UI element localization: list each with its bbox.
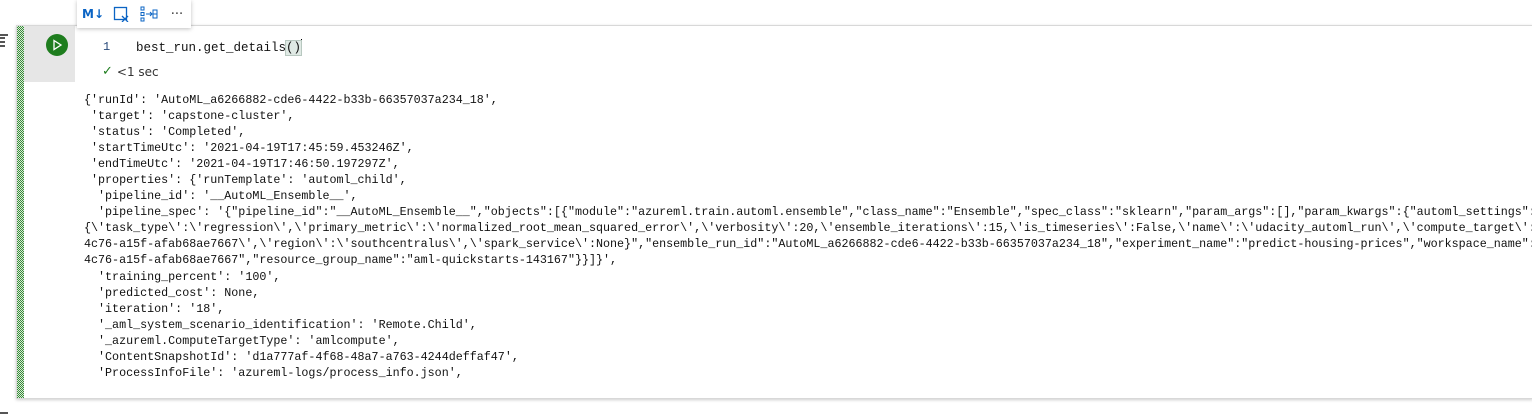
- markdown-icon: M↓: [82, 7, 104, 21]
- markdown-toggle-button[interactable]: M↓: [82, 4, 104, 24]
- output-line: 'properties': {'runTemplate': 'automl_ch…: [84, 173, 407, 188]
- collapse-marker: [0, 34, 8, 36]
- output-line: 'ContentSnapshotId': 'd1a777af-4f68-48a7…: [84, 349, 519, 364]
- output-line: 'pipeline_id': '__AutoML_Ensemble__',: [84, 189, 358, 204]
- output-line: {\'task_type\':\'regression\',\'primary_…: [84, 221, 1532, 236]
- more-icon: ···: [170, 6, 184, 22]
- output-line: 'pipeline_spec': '{"pipeline_id":"__Auto…: [84, 205, 1532, 220]
- output-line: 'ProcessInfoFile': 'azureml-logs/process…: [84, 365, 463, 380]
- output-line: 'endTimeUtc': '2021-04-19T17:46:50.19729…: [84, 157, 400, 172]
- split-cell-button[interactable]: [139, 4, 159, 24]
- code-line[interactable]: best_run.get_details(): [136, 39, 303, 56]
- cell-status-bar: [17, 26, 24, 398]
- output-line: 'training_percent': '100',: [84, 269, 281, 284]
- split-cell-icon: [140, 6, 158, 22]
- output-line: 4c76-a15f-afab68ae7667","resource_group_…: [84, 253, 618, 268]
- output-line: 4c76-a15f-afab68ae7667\',\'region\':\'so…: [84, 237, 1532, 252]
- output-line: 'predicted_cost': None,: [84, 285, 260, 300]
- play-icon: [53, 39, 63, 51]
- clear-output-icon: [113, 6, 129, 22]
- output-line: '_azureml.ComputeTargetType': 'amlcomput…: [84, 333, 400, 348]
- output-line: 'status': 'Completed',: [84, 125, 246, 140]
- more-options-button[interactable]: ···: [167, 4, 187, 24]
- output-line: '_aml_system_scenario_identification': '…: [84, 317, 477, 332]
- line-number: 1: [103, 40, 111, 54]
- code-parens: (): [285, 40, 303, 56]
- execution-time: <1 sec: [116, 64, 159, 79]
- check-icon: ✓: [102, 64, 113, 79]
- execution-status: ✓ <1 sec: [102, 64, 159, 79]
- cell-output: {'runId': 'AutoML_a6266882-cde6-4422-b33…: [84, 92, 1532, 381]
- text-caret: [301, 39, 303, 54]
- run-cell-button[interactable]: [46, 34, 68, 56]
- notebook-cell[interactable]: 1 best_run.get_details() ✓ <1 sec {'runI…: [16, 25, 1532, 399]
- output-line: 'target': 'capstone-cluster',: [84, 109, 295, 124]
- output-line: 'iteration': '18',: [84, 301, 225, 316]
- output-line: 'startTimeUtc': '2021-04-19T17:45:59.453…: [84, 141, 414, 156]
- code-editor[interactable]: 1 best_run.get_details() ✓ <1 sec: [75, 26, 1532, 82]
- clear-output-button[interactable]: [111, 4, 131, 24]
- output-line: {'runId': 'AutoML_a6266882-cde6-4422-b33…: [84, 93, 498, 107]
- drag-handle-icon[interactable]: [0, 37, 5, 49]
- cell-toolbar: M↓ ···: [77, 0, 191, 28]
- code-text: best_run.get_details: [136, 41, 287, 55]
- cell-gutter: [24, 26, 75, 82]
- collapse-marker: [0, 412, 8, 414]
